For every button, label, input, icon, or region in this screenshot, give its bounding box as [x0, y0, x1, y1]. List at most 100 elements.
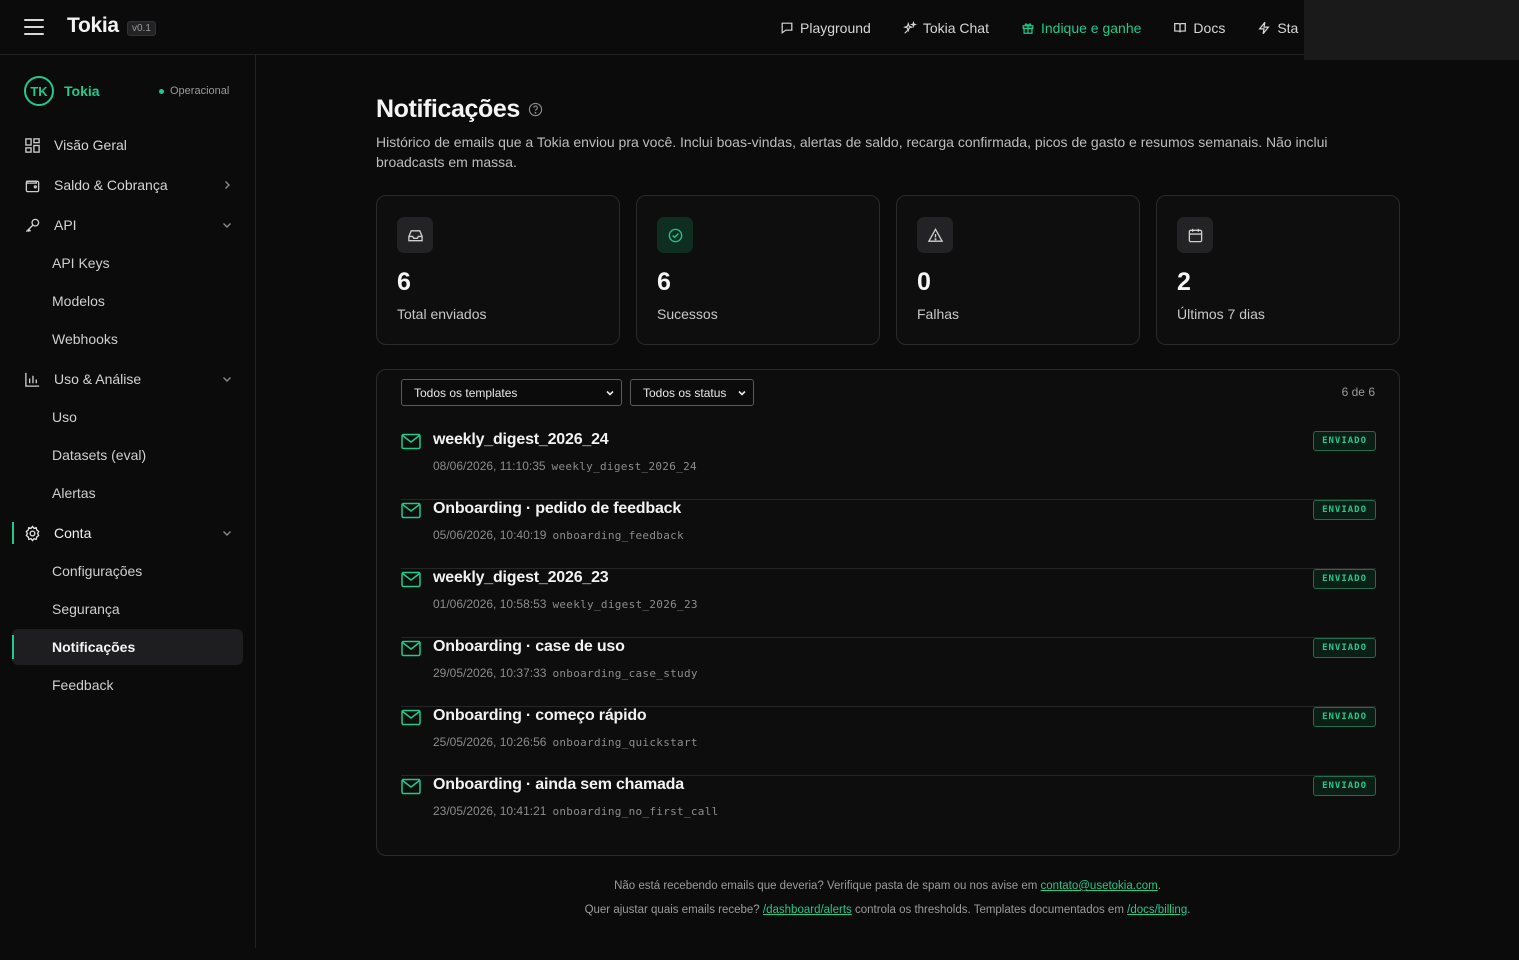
email-row[interactable]: Onboarding · case de uso 29/05/2026, 10:… — [401, 638, 1376, 707]
chevron-down-icon — [223, 223, 231, 228]
org-logo: TK — [24, 76, 54, 106]
mail-icon — [401, 571, 421, 588]
nav-playground-label: Playground — [800, 19, 871, 36]
sidebar-item-security[interactable]: Segurança — [12, 591, 243, 627]
page-title-text: Notificações — [376, 95, 520, 123]
footer-text: Quer ajustar quais emails recebe? — [584, 904, 760, 916]
calendar-icon — [1188, 228, 1202, 242]
inbox-icon — [407, 229, 423, 241]
app-brand[interactable]: Tokia — [67, 14, 119, 38]
sidebar-item-notifications[interactable]: Notificações — [12, 629, 243, 665]
email-meta: 29/05/2026, 10:37:33 onboarding_case_stud… — [433, 666, 698, 680]
sidebar-item-api[interactable]: API — [12, 207, 243, 243]
chevron-right-icon — [225, 181, 230, 189]
warning-triangle-icon — [927, 227, 943, 242]
check-circle-icon — [668, 228, 682, 242]
email-subject: Onboarding · case de uso — [433, 638, 625, 655]
sidebar-item-api-keys[interactable]: API Keys — [12, 245, 243, 281]
stat-label: Total enviados — [397, 306, 487, 322]
top-nav-container: Playground Tokia Chat Indique e ganhe Do… — [760, 0, 1304, 55]
mail-icon — [401, 640, 421, 657]
sidebar-item-usage-analysis[interactable]: Uso & Análise — [12, 361, 243, 397]
sidebar-item-settings[interactable]: Configurações — [12, 553, 243, 589]
result-count: 6 de 6 — [1341, 385, 1375, 399]
email-row[interactable]: Onboarding · começo rápido 25/05/2026, 1… — [401, 707, 1376, 776]
chat-bubble-icon — [781, 22, 793, 34]
sidebar-item-billing[interactable]: Saldo & Cobrança — [12, 167, 243, 203]
help-circle-icon[interactable] — [528, 102, 543, 117]
stat-value: 6 — [657, 268, 671, 296]
sidebar: TK Tokia Operacional Visão Geral Saldo &… — [0, 55, 256, 948]
email-date: 23/05/2026, 10:41:21 — [433, 804, 547, 818]
sidebar-item-webhooks[interactable]: Webhooks — [12, 321, 243, 357]
nav-tokia-chat[interactable]: Tokia Chat — [902, 20, 989, 36]
nav-status[interactable]: Sta — [1257, 20, 1298, 36]
gear-icon — [25, 524, 40, 542]
sidebar-item-feedback[interactable]: Feedback — [12, 667, 243, 703]
alerts-link[interactable]: /dashboard/alerts — [763, 904, 852, 916]
bolt-icon — [1258, 21, 1270, 34]
sidebar-item-label: Notificações — [52, 639, 136, 655]
sidebar-item-usage[interactable]: Uso — [12, 399, 243, 435]
sidebar-item-alerts[interactable]: Alertas — [12, 475, 243, 511]
mail-icon — [401, 433, 421, 450]
stat-card-total: 6 Total enviados — [376, 195, 620, 345]
status-badge: ENVIADO — [1313, 707, 1376, 727]
nav-referral-label: Indique e ganhe — [1040, 19, 1142, 36]
sidebar-item-datasets[interactable]: Datasets (eval) — [12, 437, 243, 473]
stat-card-last7days: 2 Últimos 7 dias — [1156, 195, 1400, 345]
template-filter-value: Todos os templates — [414, 385, 518, 400]
template-filter-select[interactable]: Todos os templates — [401, 379, 622, 406]
system-status: Operacional — [159, 85, 229, 97]
stat-icon-box — [1177, 217, 1213, 253]
status-badge: ENVIADO — [1313, 569, 1376, 589]
contact-email-link[interactable]: contato@usetokia.com — [1041, 880, 1158, 892]
stat-label: Últimos 7 dias — [1177, 306, 1265, 322]
email-row[interactable]: Onboarding · pedido de feedback 05/06/20… — [401, 500, 1376, 569]
status-filter-select[interactable]: Todos os status — [630, 379, 754, 406]
sparkles-icon — [902, 20, 917, 34]
status-badge: ENVIADO — [1313, 500, 1376, 520]
status-badge: ENVIADO — [1313, 776, 1376, 796]
sidebar-item-models[interactable]: Modelos — [12, 283, 243, 319]
stat-icon-box — [397, 217, 433, 253]
email-date: 05/06/2026, 10:40:19 — [433, 528, 547, 542]
sidebar-item-label: Visão Geral — [54, 137, 127, 153]
stat-card-success: 6 Sucessos — [636, 195, 880, 345]
email-template: onboarding_quickstart — [552, 736, 698, 749]
sidebar-item-label: Modelos — [52, 293, 105, 309]
gift-icon — [1022, 22, 1034, 34]
nav-referral[interactable]: Indique e ganhe — [1021, 20, 1141, 36]
email-subject: weekly_digest_2026_23 — [433, 569, 609, 586]
footer-text: Não está recebendo emails que deveria? V… — [614, 880, 1038, 892]
sidebar-item-label: Configurações — [52, 563, 143, 579]
email-subject: Onboarding · ainda sem chamada — [433, 776, 684, 793]
email-meta: 08/06/2026, 11:10:35 weekly_digest_2026_2… — [433, 459, 697, 473]
email-date: 25/05/2026, 10:26:56 — [433, 735, 547, 749]
email-row[interactable]: weekly_digest_2026_24 08/06/2026, 11:10:… — [401, 431, 1376, 500]
stat-value: 6 — [397, 268, 411, 296]
org-switcher[interactable]: TK Tokia — [24, 76, 100, 106]
nav-playground[interactable]: Playground — [780, 20, 871, 36]
sidebar-item-label: Uso & Análise — [54, 371, 142, 387]
footer-text: controla os thresholds. Templates docume… — [855, 904, 1124, 916]
email-meta: 05/06/2026, 10:40:19 onboarding_feedback — [433, 528, 684, 542]
email-date: 01/06/2026, 10:58:53 — [433, 597, 547, 611]
mail-icon — [401, 778, 421, 795]
status-filter-value: Todos os status — [643, 385, 727, 400]
footer-note-spam: Não está recebendo emails que deveria? V… — [256, 880, 1519, 892]
hamburger-menu-icon[interactable] — [22, 17, 46, 37]
email-row[interactable]: weekly_digest_2026_23 01/06/2026, 10:58:… — [401, 569, 1376, 638]
sidebar-item-account[interactable]: Conta — [12, 515, 243, 551]
nav-docs[interactable]: Docs — [1173, 20, 1225, 36]
docs-billing-link[interactable]: /docs/billing — [1127, 904, 1187, 916]
sidebar-item-label: Saldo & Cobrança — [54, 177, 168, 193]
email-row[interactable]: Onboarding · ainda sem chamada 23/05/202… — [401, 776, 1376, 845]
stat-icon-box — [917, 217, 953, 253]
chevron-down-icon — [223, 531, 231, 536]
sidebar-item-overview[interactable]: Visão Geral — [12, 127, 243, 163]
email-subject: Onboarding · pedido de feedback — [433, 500, 682, 517]
sidebar-item-label: Webhooks — [52, 331, 118, 347]
email-subject: weekly_digest_2026_24 — [433, 431, 609, 448]
chevron-down-icon — [223, 377, 231, 382]
